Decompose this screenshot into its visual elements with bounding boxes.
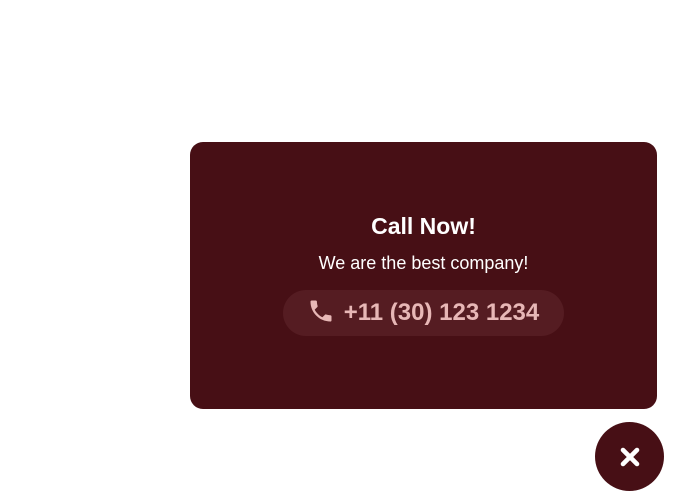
popup-title: Call Now! (371, 213, 476, 239)
popup-subtitle: We are the best company! (318, 253, 529, 273)
close-icon (620, 447, 639, 466)
phone-icon (307, 297, 335, 325)
phone-call-button[interactable]: +11 (30) 123 1234 (282, 290, 565, 336)
phone-number[interactable]: +11 (30) 123 1234 (344, 299, 540, 327)
call-now-popup: Call Now! We are the best company! +11 (… (190, 142, 657, 409)
close-button[interactable] (595, 422, 664, 491)
